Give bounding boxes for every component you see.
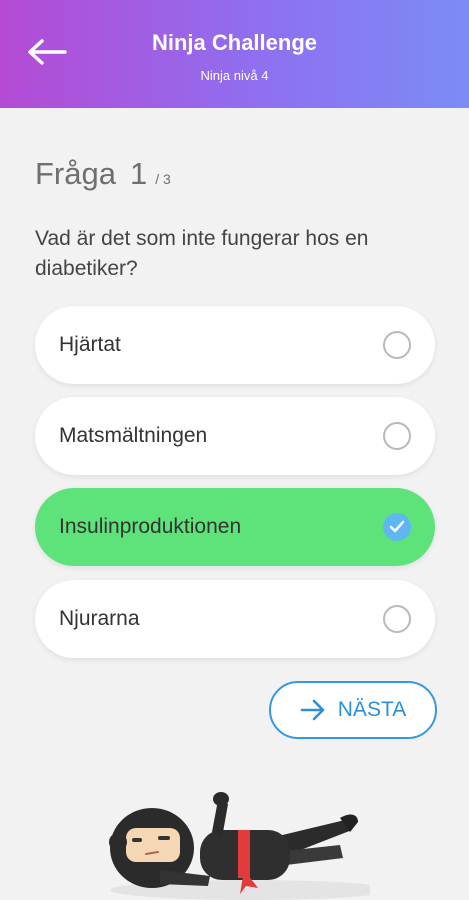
- answer-option-selected[interactable]: Insulinproduktionen: [35, 488, 435, 566]
- answer-option-label: Hjärtat: [59, 333, 121, 356]
- answer-option[interactable]: Njurarna: [35, 580, 435, 658]
- level-subtitle: Ninja nivå 4: [200, 68, 269, 83]
- question-counter: Fråga 1 / 3: [35, 156, 171, 192]
- question-label: Fråga: [35, 156, 116, 191]
- answer-option-label: Matsmältningen: [59, 424, 208, 447]
- next-button[interactable]: NÄSTA: [269, 681, 437, 739]
- answer-option[interactable]: Hjärtat: [35, 306, 435, 384]
- question-text: Vad är det som inte fungerar hos en diab…: [35, 227, 369, 280]
- radio-unchecked-icon[interactable]: [383, 605, 411, 633]
- answer-option[interactable]: Matsmältningen: [35, 397, 435, 475]
- app-header: Ninja Challenge Ninja nivå 4: [0, 0, 469, 108]
- next-button-label: NÄSTA: [337, 698, 407, 721]
- radio-unchecked-icon[interactable]: [383, 331, 411, 359]
- ninja-illustration: [109, 792, 370, 900]
- arrow-right-icon: [300, 699, 325, 721]
- check-icon[interactable]: [383, 513, 411, 541]
- radio-unchecked-icon[interactable]: [383, 422, 411, 450]
- page-title: Ninja Challenge: [151, 30, 318, 55]
- checkmark-glyph: [389, 520, 405, 533]
- answer-option-label: Insulinproduktionen: [59, 515, 242, 538]
- question-total: / 3: [155, 171, 171, 187]
- answer-option-label: Njurarna: [59, 607, 140, 630]
- question-number: 1: [129, 156, 148, 191]
